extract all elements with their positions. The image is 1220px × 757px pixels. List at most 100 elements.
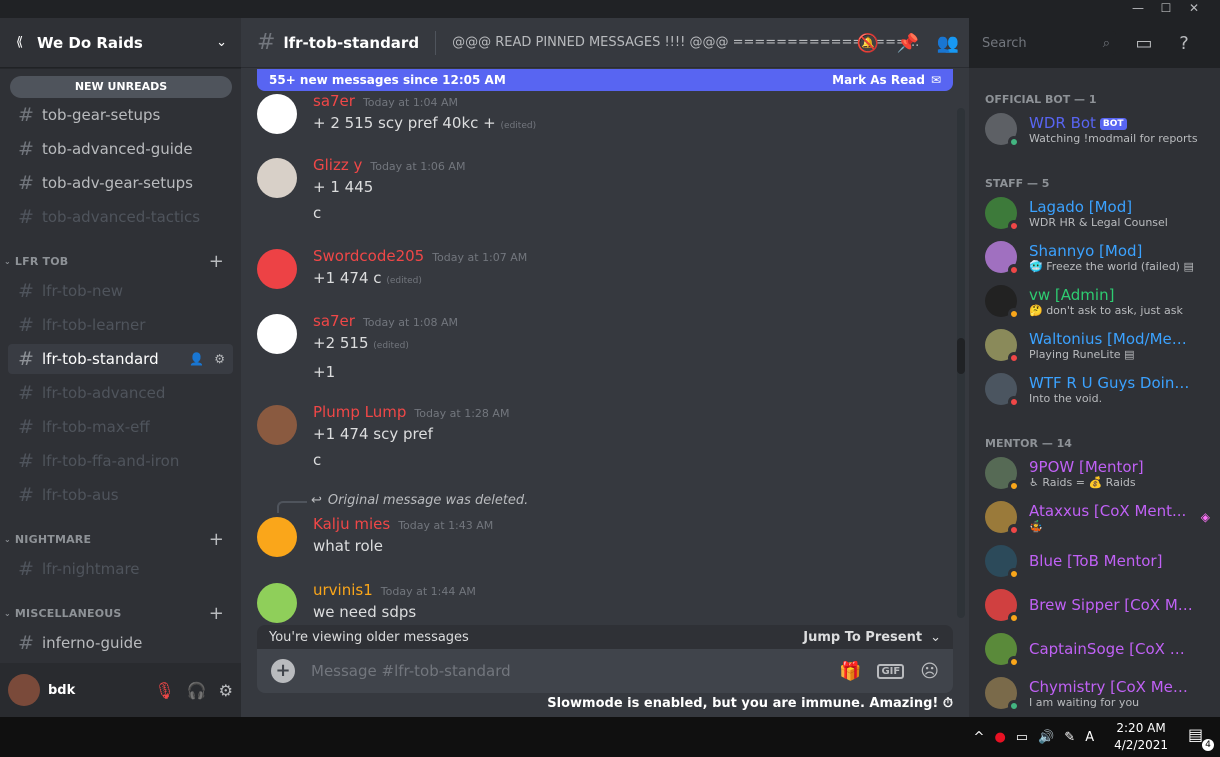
category-lfr-tob[interactable]: ⌄ LFR TOB + bbox=[4, 251, 234, 272]
message[interactable]: Plump Lump Today at 1:28 AM +1 474 scy pr… bbox=[257, 403, 937, 471]
language-icon[interactable]: A bbox=[1085, 730, 1094, 745]
member-item[interactable]: Lagado [Mod] WDR HR & Legal Counsel bbox=[985, 192, 1210, 234]
member-item[interactable]: WTF R U Guys Doing?... Into the void. bbox=[985, 368, 1210, 410]
hash-icon: # bbox=[18, 348, 34, 370]
chevron-down-icon[interactable]: ⌄ bbox=[216, 35, 227, 50]
maximize-button[interactable]: ☐ bbox=[1152, 0, 1180, 18]
category-nightmare[interactable]: ⌄ NIGHTMARE + bbox=[4, 529, 234, 550]
message[interactable]: sa7er Today at 1:04 AM + 2 515 scy pref 4… bbox=[257, 92, 937, 137]
bot-badge: BOT bbox=[1099, 117, 1127, 130]
channel-tob-adv-gear-setups[interactable]: # tob-adv-gear-setups bbox=[8, 168, 233, 198]
channel-lfr-tob-learner[interactable]: # lfr-tob-learner bbox=[8, 310, 233, 340]
member-list-icon[interactable]: 👥 bbox=[936, 33, 960, 54]
search-input[interactable]: Search ⌕ bbox=[976, 31, 1116, 55]
avatar[interactable] bbox=[257, 94, 297, 134]
channel-lfr-tob-standard[interactable]: # lfr-tob-standard 👤 ⚙ bbox=[8, 344, 233, 374]
new-unreads-pill[interactable]: NEW UNREADS bbox=[10, 76, 232, 98]
avatar[interactable] bbox=[8, 674, 40, 706]
member-item[interactable]: 9POW [Mentor] ♿ Raids = 💰 Raids bbox=[985, 452, 1210, 494]
member-item[interactable]: Blue [ToB Mentor] bbox=[985, 540, 1210, 582]
reply-reference[interactable]: ↩ Original message was deleted. bbox=[311, 493, 528, 508]
avatar[interactable] bbox=[257, 405, 297, 445]
upload-plus-icon[interactable]: + bbox=[271, 659, 295, 683]
pin-icon[interactable]: 📌 bbox=[896, 33, 920, 54]
gear-icon[interactable]: ⚙ bbox=[219, 681, 233, 700]
channel-tob-gear-setups[interactable]: # tob-gear-setups bbox=[8, 100, 233, 130]
member-item[interactable]: CaptainSoge [CoX Me... bbox=[985, 628, 1210, 670]
emoji-icon[interactable]: ☹ bbox=[920, 661, 939, 682]
message-author[interactable]: Swordcode205 bbox=[313, 247, 424, 265]
chevron-down-icon[interactable]: ⌄ bbox=[930, 630, 941, 645]
channel-lfr-nightmare[interactable]: # lfr-nightmare bbox=[8, 554, 233, 584]
member-item[interactable]: Ataxxus [CoX Ment... 🤹 ◈ bbox=[985, 496, 1210, 538]
avatar[interactable] bbox=[257, 583, 297, 623]
message-author[interactable]: sa7er bbox=[313, 312, 355, 330]
gif-button[interactable]: GIF bbox=[877, 663, 905, 679]
avatar[interactable] bbox=[257, 158, 297, 198]
add-channel-icon[interactable]: + bbox=[209, 529, 224, 550]
member-item[interactable]: Waltonius [Mod/Men... Playing RuneLite ▤ bbox=[985, 324, 1210, 366]
member-item[interactable]: Shannyo [Mod] 🥶 Freeze the world (failed)… bbox=[985, 236, 1210, 278]
mute-mic-icon[interactable]: 🎙 bbox=[154, 681, 174, 700]
jump-to-present-button[interactable]: Jump To Present bbox=[803, 630, 922, 645]
channel-tob-advanced-guide[interactable]: # tob-advanced-guide bbox=[8, 134, 233, 164]
pen-icon[interactable]: ✎ bbox=[1064, 730, 1075, 745]
mark-as-read-button[interactable]: Mark As Read bbox=[832, 73, 925, 87]
member-item[interactable]: WDR Bot BOT Watching !modmail for reports bbox=[985, 108, 1210, 150]
minimize-button[interactable]: — bbox=[1124, 0, 1152, 18]
avatar bbox=[985, 501, 1020, 536]
message[interactable]: urvinis1 Today at 1:44 AM we need sdps bbox=[257, 581, 937, 623]
message[interactable]: ↩ Original message was deleted. Kalju mie… bbox=[257, 493, 937, 563]
message-timestamp: Today at 1:08 AM bbox=[362, 316, 459, 329]
invite-icon[interactable]: 👤 bbox=[189, 352, 204, 366]
message-composer[interactable]: + Message #lfr-tob-standard 🎁 GIF ☹ bbox=[257, 649, 953, 693]
channel-lfr-tob-max-eff[interactable]: # lfr-tob-max-eff bbox=[8, 412, 233, 442]
message[interactable]: Swordcode205 Today at 1:07 AM +1 474 c (e… bbox=[257, 247, 937, 292]
user-panel: bdk 🎙 🎧 ⚙ bbox=[0, 663, 241, 717]
message[interactable]: sa7er Today at 1:08 AM +2 515 (edited) +1 bbox=[257, 312, 937, 383]
add-channel-icon[interactable]: + bbox=[209, 603, 224, 624]
gear-icon[interactable]: ⚙ bbox=[214, 352, 225, 366]
help-icon[interactable]: ? bbox=[1172, 33, 1196, 54]
category-miscellaneous[interactable]: ⌄ MISCELLANEOUS + bbox=[4, 603, 234, 624]
volume-icon[interactable]: 🔊 bbox=[1038, 730, 1054, 745]
clock-date: 4/2/2021 bbox=[1114, 738, 1168, 752]
status-indicator bbox=[1008, 396, 1020, 408]
chevron-up-icon[interactable]: ^ bbox=[974, 730, 985, 745]
member-status: Into the void. bbox=[1029, 391, 1103, 405]
mute-notifications-icon[interactable]: 🔕 bbox=[856, 33, 880, 54]
channel-inferno-guide[interactable]: # inferno-guide bbox=[8, 628, 233, 658]
record-icon[interactable]: ● bbox=[994, 730, 1005, 745]
member-item[interactable]: Chymistry [CoX Ment... I am waiting for y… bbox=[985, 672, 1210, 714]
clock[interactable]: 2:20 AM 4/2/2021 bbox=[1114, 720, 1168, 754]
guild-header[interactable]: ⟪ We Do Raids ⌄ bbox=[0, 18, 241, 68]
member-status: 🥶 Freeze the world (failed) ▤ bbox=[1029, 259, 1194, 273]
mark-read-icon[interactable]: ✉ bbox=[931, 73, 941, 87]
channel-lfr-tob-new[interactable]: # lfr-tob-new bbox=[8, 276, 233, 306]
scrollbar-thumb[interactable] bbox=[957, 338, 965, 374]
member-item[interactable]: Brew Sipper [CoX Me... bbox=[985, 584, 1210, 626]
avatar[interactable] bbox=[257, 314, 297, 354]
add-channel-icon[interactable]: + bbox=[209, 251, 224, 272]
message-author[interactable]: urvinis1 bbox=[313, 581, 373, 599]
message-author[interactable]: Plump Lump bbox=[313, 403, 406, 421]
message-author[interactable]: Kalju mies bbox=[313, 515, 390, 533]
headphones-icon[interactable]: 🎧 bbox=[187, 681, 207, 700]
close-button[interactable]: ✕ bbox=[1180, 0, 1208, 18]
notification-center-icon[interactable]: ▤ 4 bbox=[1188, 725, 1214, 751]
member-item[interactable]: vw [Admin] 🤔 don't ask to ask, just ask bbox=[985, 280, 1210, 322]
channel-lfr-tob-aus[interactable]: # lfr-tob-aus bbox=[8, 480, 233, 510]
message-author[interactable]: Glizz y bbox=[313, 156, 362, 174]
avatar[interactable] bbox=[257, 249, 297, 289]
channel-lfr-tob-ffa-and-iron[interactable]: # lfr-tob-ffa-and-iron bbox=[8, 446, 233, 476]
channel-tob-advanced-tactics[interactable]: # tob-advanced-tactics bbox=[8, 202, 233, 232]
inbox-icon[interactable]: ▭ bbox=[1132, 33, 1156, 54]
avatar[interactable] bbox=[257, 517, 297, 557]
new-messages-bar[interactable]: 55+ new messages since 12:05 AM Mark As … bbox=[257, 69, 953, 91]
message[interactable]: Glizz y Today at 1:06 AM + 1 445 c bbox=[257, 156, 937, 224]
gift-icon[interactable]: 🎁 bbox=[839, 661, 861, 682]
channel-lfr-tob-advanced[interactable]: # lfr-tob-advanced bbox=[8, 378, 233, 408]
message-input[interactable]: Message #lfr-tob-standard bbox=[311, 662, 839, 680]
message-author[interactable]: sa7er bbox=[313, 92, 355, 110]
network-icon[interactable]: ▭ bbox=[1016, 730, 1028, 745]
